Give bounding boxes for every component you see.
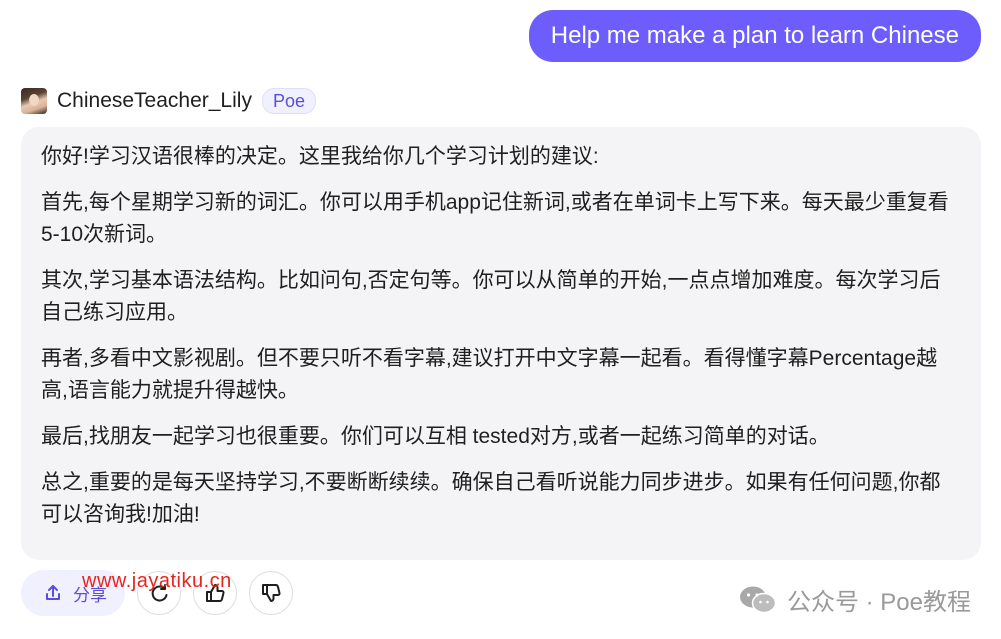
dislike-button[interactable] xyxy=(249,571,293,615)
wechat-icon xyxy=(739,586,777,613)
bot-message-bubble: 你好!学习汉语很棒的决定。这里我给你几个学习计划的建议: 首先,每个星期学习新的… xyxy=(21,127,981,560)
retry-button[interactable] xyxy=(137,571,181,615)
poe-badge: Poe xyxy=(261,88,316,114)
share-button[interactable]: 分享 xyxy=(21,570,125,616)
bot-header: ChineseTeacher_Lily Poe xyxy=(21,86,316,116)
thumbs-up-icon xyxy=(206,584,225,602)
message-paragraph: 总之,重要的是每天坚持学习,不要断断续续。确保自己看听说能力同步进步。如果有任何… xyxy=(41,471,941,526)
like-button[interactable] xyxy=(193,571,237,615)
message-paragraph: 最后,找朋友一起学习也很重要。你们可以互相 tested对方,或者一起练习简单的… xyxy=(41,425,830,448)
share-label: 分享 xyxy=(73,585,107,605)
bot-avatar[interactable] xyxy=(21,88,47,114)
share-icon xyxy=(46,585,60,600)
thumbs-down-icon xyxy=(262,584,281,602)
message-paragraph: 其次,学习基本语法结构。比如问句,否定句等。你可以从简单的开始,一点点增加难度。… xyxy=(41,269,941,324)
message-paragraph: 再者,多看中文影视剧。但不要只听不看字幕,建议打开中文字幕一起看。看得懂字幕Pe… xyxy=(41,347,938,402)
wechat-watermark: 公众号 · Poe教程 xyxy=(739,582,971,617)
message-paragraph: 首先,每个星期学习新的词汇。你可以用手机app记住新词,或者在单词卡上写下来。每… xyxy=(41,191,949,246)
retry-icon xyxy=(151,584,168,602)
message-paragraph: 你好!学习汉语很棒的决定。这里我给你几个学习计划的建议: xyxy=(41,145,599,168)
wechat-watermark-label: 公众号 · Poe教程 xyxy=(786,589,971,616)
bot-name[interactable]: ChineseTeacher_Lily xyxy=(57,89,252,113)
user-message-bubble: Help me make a plan to learn Chinese xyxy=(528,10,981,62)
message-actions: 分享 xyxy=(21,570,305,616)
